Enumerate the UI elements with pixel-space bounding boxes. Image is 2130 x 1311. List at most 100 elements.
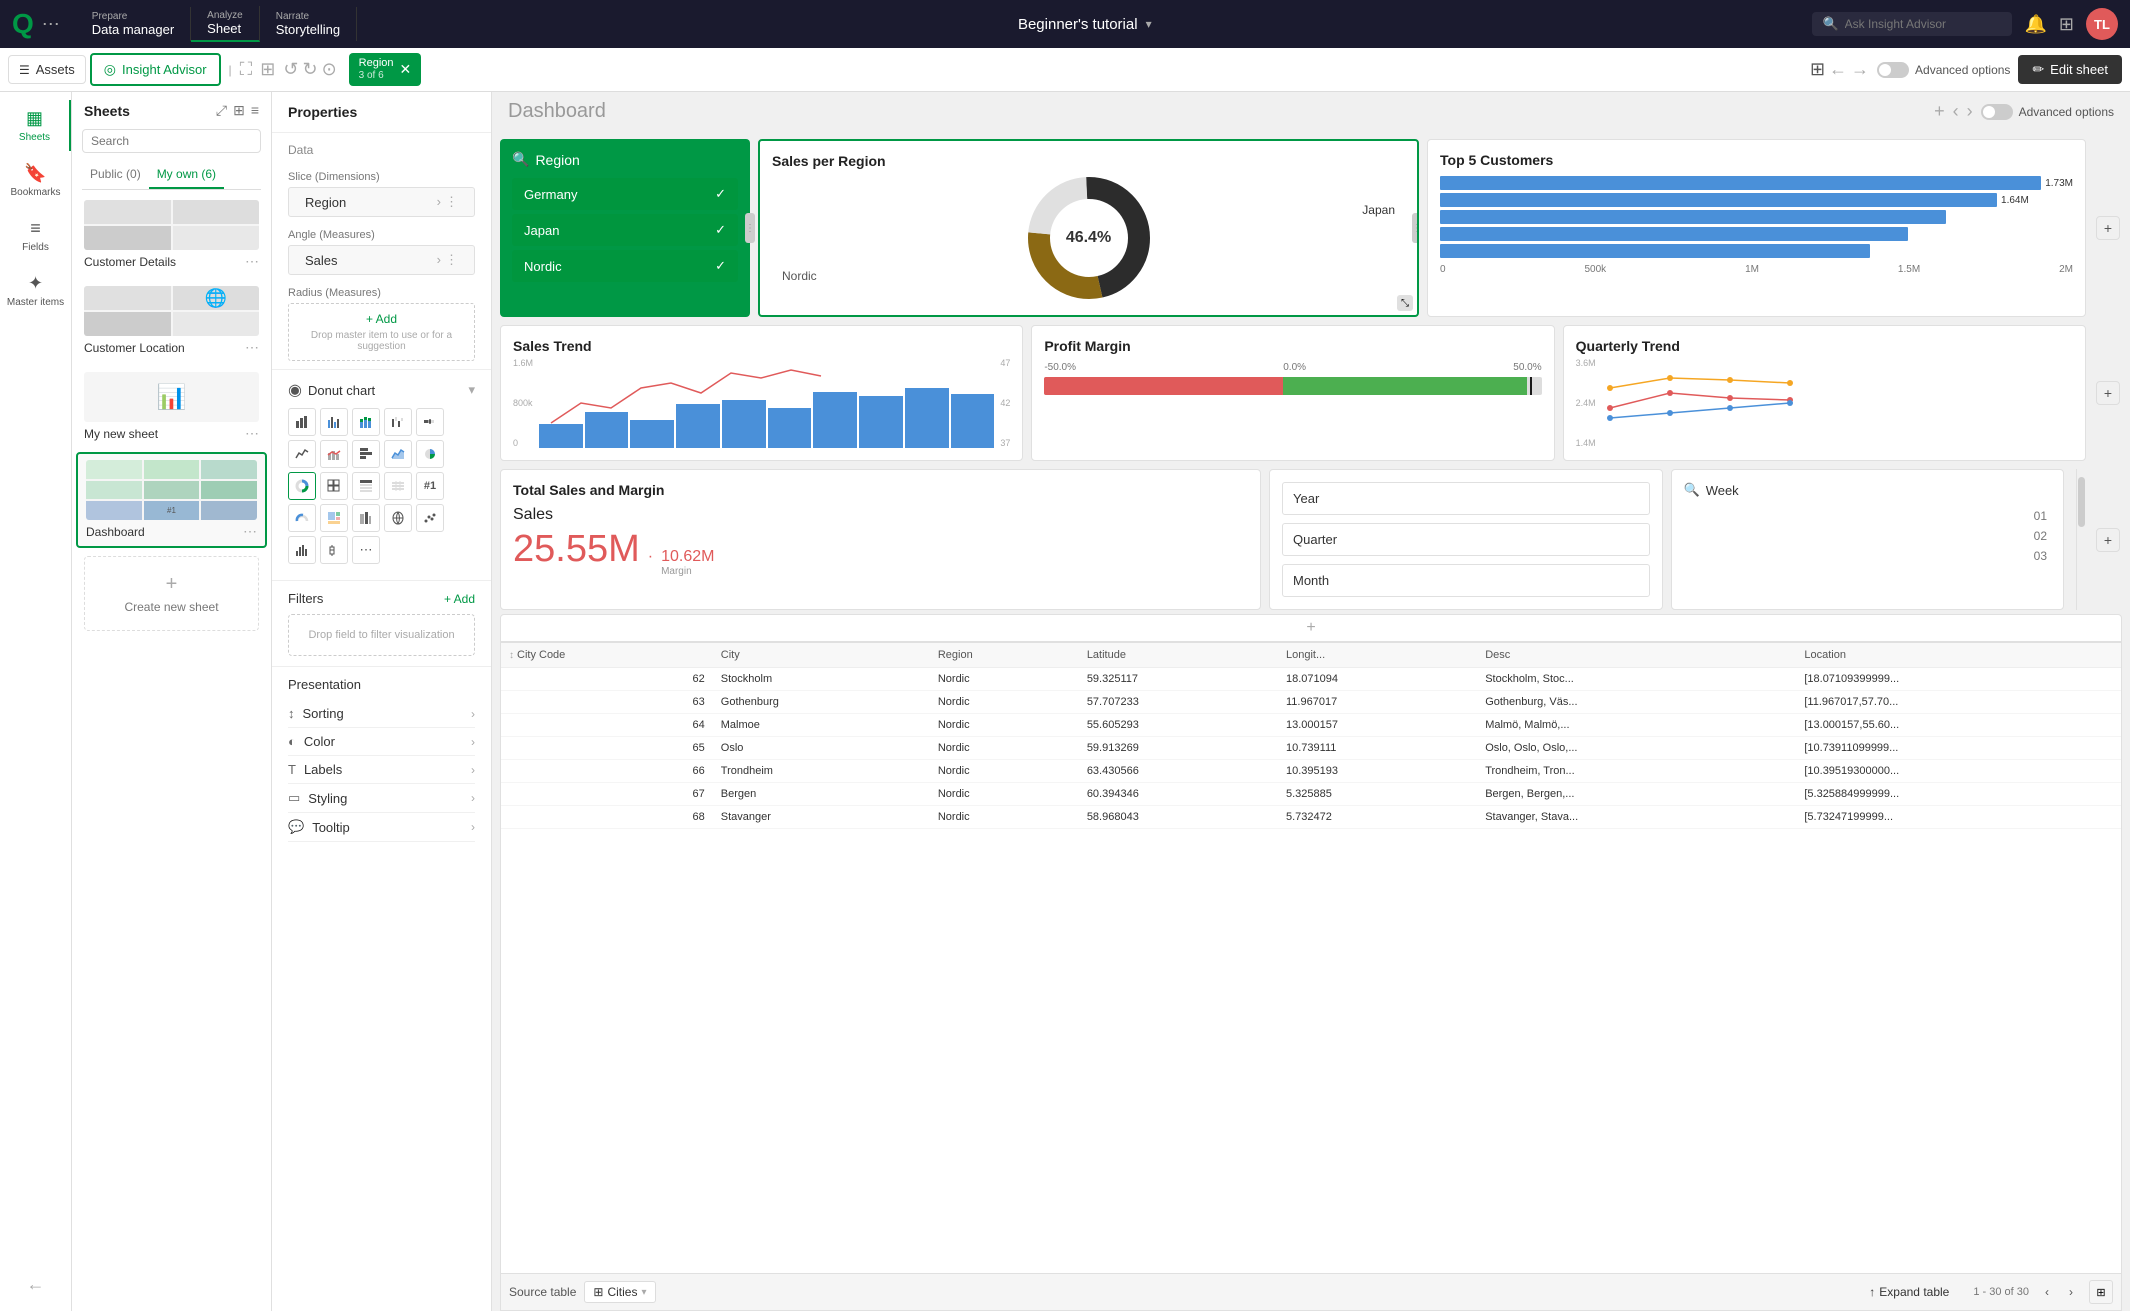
back-icon[interactable]: ← — [1829, 59, 1847, 80]
week-val-01[interactable]: 01 — [1684, 506, 2052, 526]
redo-icon[interactable]: ↻ — [302, 59, 317, 80]
sheet-more-dashboard[interactable]: ⋯ — [243, 523, 257, 540]
vis-icon-treemap[interactable] — [320, 504, 348, 532]
vis-icon-grouped-bar[interactable] — [320, 408, 348, 436]
region-item-japan[interactable]: Japan ✓ — [512, 214, 738, 246]
vis-icon-box[interactable] — [320, 536, 348, 564]
vis-icon-map[interactable] — [384, 504, 412, 532]
add-column-right-button[interactable]: + — [2096, 216, 2120, 240]
advanced-toggle-switch[interactable] — [1981, 104, 2013, 120]
nav-prepare[interactable]: Prepare Data manager — [76, 7, 191, 41]
week-val-03[interactable]: 03 — [1684, 546, 2052, 566]
collapse-sidebar-icon[interactable]: ← — [27, 1274, 45, 1295]
donut-drag-handle[interactable]: ⋮ — [1412, 213, 1419, 243]
col-city[interactable]: City — [713, 643, 930, 668]
app-title-dropdown-icon[interactable]: ▾ — [1146, 17, 1152, 31]
region-drag-handle[interactable]: ⋮ — [745, 213, 755, 243]
styling-row[interactable]: ▭ Styling › — [288, 784, 475, 813]
vis-icon-stacked[interactable] — [352, 408, 380, 436]
sidebar-item-master-items[interactable]: ✦ Master items — [0, 265, 71, 316]
region-search-bar[interactable]: 🔍 Region — [512, 151, 738, 168]
source-table-select[interactable]: ⊞ Cities ▾ — [584, 1281, 655, 1303]
table-add-row[interactable]: + — [500, 614, 2122, 642]
create-sheet-button[interactable]: + Create new sheet — [84, 556, 259, 631]
week-val-02[interactable]: 02 — [1684, 526, 2052, 546]
angle-menu-icon[interactable]: ⋮ — [445, 252, 458, 268]
sheets-search-input[interactable] — [82, 129, 261, 153]
resize-handle[interactable]: ⤡ — [1397, 295, 1413, 311]
table-settings-button[interactable]: ⊞ — [2089, 1280, 2113, 1304]
vis-icon-auto[interactable] — [288, 408, 316, 436]
expand-icon[interactable]: ⤢ — [216, 102, 227, 119]
table-scroll[interactable]: ↕ City Code City Region Latitude Longit.… — [501, 643, 2121, 1273]
prev-page-button[interactable]: ‹ — [2037, 1282, 2057, 1302]
slice-value-row[interactable]: Region › ⋮ — [288, 187, 475, 217]
nav-dots-icon[interactable]: ⋯ — [42, 14, 60, 35]
toggle-switch[interactable] — [1877, 62, 1909, 78]
vis-icon-text[interactable]: #1 — [416, 472, 444, 500]
collapse-icon[interactable]: ‹ — [1953, 101, 1959, 122]
year-filter[interactable]: Year — [1282, 482, 1650, 515]
expand-table-button[interactable]: ↑ Expand table — [1869, 1285, 1949, 1299]
vis-icon-bullet[interactable] — [416, 408, 444, 436]
sheet-item-dashboard[interactable]: #1 Dashboard ⋯ — [76, 452, 267, 548]
apps-grid-icon[interactable]: ⊞ — [2059, 14, 2074, 35]
avatar[interactable]: TL — [2086, 8, 2118, 40]
sheet-item-my-new-sheet[interactable]: 📊 My new sheet ⋯ — [76, 366, 267, 448]
vis-collapse-icon[interactable]: ▾ — [468, 382, 475, 398]
insight-search-bar[interactable]: 🔍 — [1812, 12, 2012, 36]
col-location[interactable]: Location — [1796, 643, 2121, 668]
add-filter-button[interactable]: + Add — [444, 592, 475, 606]
sheet-item-customer-details[interactable]: Customer Details ⋯ — [76, 194, 267, 276]
vis-icon-waterfall[interactable] — [384, 408, 412, 436]
region-item-germany[interactable]: Germany ✓ — [512, 178, 738, 210]
vis-icon-histogram[interactable] — [288, 536, 316, 564]
insight-advisor-button[interactable]: ◎ Insight Advisor — [90, 53, 221, 86]
vis-icon-table[interactable] — [352, 472, 380, 500]
insight-search-input[interactable] — [1845, 17, 1975, 31]
sidebar-item-sheets[interactable]: ▦ Sheets — [0, 100, 71, 151]
vis-icon-combo[interactable] — [320, 440, 348, 468]
add-chart-icon[interactable]: + — [1934, 101, 1945, 122]
target-icon[interactable]: ⊙ — [322, 59, 337, 80]
forward-icon[interactable]: → — [1851, 59, 1869, 80]
col-latitude[interactable]: Latitude — [1079, 643, 1278, 668]
advanced-options-toggle[interactable]: Advanced options — [1877, 62, 2010, 78]
scrollbar-thumb[interactable] — [2078, 477, 2085, 527]
month-filter[interactable]: Month — [1282, 564, 1650, 597]
vis-icon-gauge[interactable] — [288, 504, 316, 532]
vis-icon-line[interactable] — [288, 440, 316, 468]
vis-icon-more[interactable]: ⋯ — [352, 536, 380, 564]
sheet-more-customer-location[interactable]: ⋯ — [245, 339, 259, 356]
add-radius-button[interactable]: + Add — [366, 312, 397, 326]
list-icon[interactable]: ≡ — [251, 102, 259, 119]
add-column-right-2-button[interactable]: + — [2096, 381, 2120, 405]
angle-expand-icon[interactable]: › — [437, 252, 441, 268]
next-page-button[interactable]: › — [2061, 1282, 2081, 1302]
add-column-right-3-button[interactable]: + — [2096, 528, 2120, 552]
vis-icon-mekko[interactable] — [352, 504, 380, 532]
col-desc[interactable]: Desc — [1477, 643, 1796, 668]
vertical-scrollbar[interactable] — [2076, 469, 2086, 610]
region-badge-close-icon[interactable]: ✕ — [400, 61, 412, 78]
color-row[interactable]: ◐ Color › — [288, 728, 475, 756]
assets-button[interactable]: ☰ Assets — [8, 55, 86, 84]
tooltip-row[interactable]: 💬 Tooltip › — [288, 813, 475, 842]
vis-icon-pivot[interactable] — [320, 472, 348, 500]
edit-sheet-button[interactable]: ✏ Edit sheet — [2018, 55, 2122, 84]
vis-icon-bar2[interactable] — [352, 440, 380, 468]
vis-icon-area[interactable] — [384, 440, 412, 468]
nav-narrate[interactable]: Narrate Storytelling — [260, 7, 357, 41]
slice-menu-icon[interactable]: ⋮ — [445, 194, 458, 210]
labels-row[interactable]: T Labels › — [288, 756, 475, 784]
nav-analyze[interactable]: Analyze Sheet — [191, 6, 260, 42]
sidebar-item-bookmarks[interactable]: 🔖 Bookmarks — [0, 155, 71, 206]
vis-icon-pie[interactable] — [416, 440, 444, 468]
advanced-options[interactable]: Advanced options — [1981, 104, 2114, 120]
vis-icon-donut[interactable] — [288, 472, 316, 500]
slice-expand-icon[interactable]: › — [437, 194, 441, 210]
sheet-more-customer-details[interactable]: ⋯ — [245, 253, 259, 270]
angle-value-row[interactable]: Sales › ⋮ — [288, 245, 475, 275]
quarter-filter[interactable]: Quarter — [1282, 523, 1650, 556]
region-item-nordic[interactable]: Nordic ✓ — [512, 250, 738, 282]
